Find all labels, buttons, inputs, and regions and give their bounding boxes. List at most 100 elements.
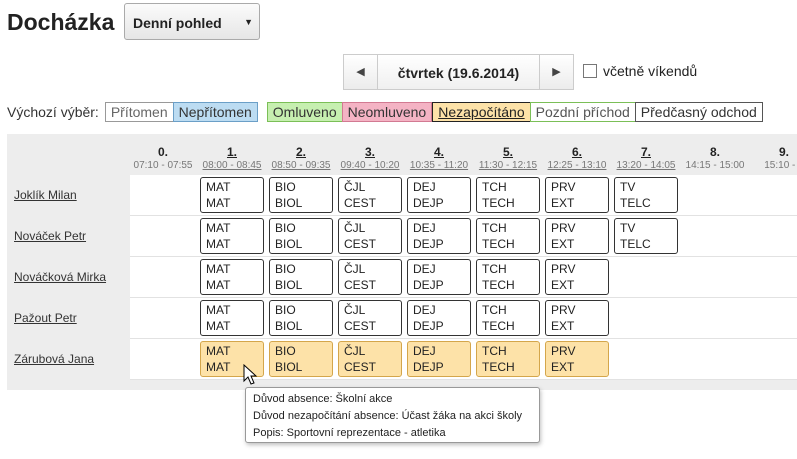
lesson-cell[interactable]: PRV EXT (545, 341, 609, 377)
period-header[interactable]: 4. 10:35 - 11:20 (406, 146, 472, 172)
legend-filter: Výchozí výběr: Přítomen Nepřítomen Omluven… (7, 102, 763, 122)
period-header[interactable]: 3. 09:40 - 10:20 (337, 146, 403, 172)
view-select[interactable]: Denní pohled ▼ (124, 3, 260, 40)
lesson-group: BIOL (275, 278, 303, 292)
period-number: 7. (640, 145, 651, 159)
tooltip-description: Popis: Sportovní reprezentace - atletika (253, 427, 446, 439)
legend-item-omluveno[interactable]: Omluveno (266, 102, 343, 122)
student-name-link[interactable]: Pažout Petr (14, 311, 77, 325)
lesson-cell[interactable]: PRV EXT (545, 177, 609, 213)
lesson-cell[interactable]: ČJL CEST (338, 218, 402, 254)
lesson-group: TECH (482, 278, 515, 292)
period-time: 10:35 - 11:20 (409, 160, 469, 171)
lesson-cell[interactable]: DEJ DEJP (407, 300, 471, 336)
period-header[interactable]: 6. 12:25 - 13:10 (544, 146, 610, 172)
period-header[interactable]: 7. 13:20 - 14:05 (613, 146, 679, 172)
lesson-group: TECH (482, 319, 515, 333)
student-name-cell: Zárubová Jana (7, 339, 130, 380)
period-header[interactable]: 1. 08:00 - 08:45 (199, 146, 265, 172)
lesson-cell[interactable]: BIO BIOL (269, 177, 333, 213)
legend-item-neomluveno[interactable]: Neomluveno (341, 102, 433, 122)
lesson-cell[interactable]: TCH TECH (476, 259, 540, 295)
period-header[interactable]: 5. 11:30 - 12:15 (475, 146, 541, 172)
page-title: Docházka (7, 9, 115, 35)
lesson-cell[interactable]: ČJL CEST (338, 177, 402, 213)
lesson-cell[interactable]: DEJ DEJP (407, 218, 471, 254)
lesson-cell[interactable]: TCH TECH (476, 177, 540, 213)
lesson-subject: ČJL (344, 262, 366, 276)
arrow-left-icon: ◀ (356, 66, 365, 78)
lesson-cell[interactable]: DEJ DEJP (407, 177, 471, 213)
date-navigator: ◀ čtvrtek (19.6.2014) ▶ (343, 54, 574, 90)
weekend-checkbox[interactable] (583, 64, 597, 78)
lesson-cell[interactable]: TV TELC (614, 218, 678, 254)
legend-item-pozdní-příchod[interactable]: Pozdní příchod (529, 102, 636, 122)
absence-tooltip: Důvod absence: Školní akce Důvod nezapoč… (245, 387, 540, 443)
period-time: 09:40 - 10:20 (340, 160, 400, 171)
period-number: 2. (295, 145, 306, 159)
legend-label: Výchozí výběr: (7, 104, 99, 120)
lesson-subject: PRV (551, 221, 576, 235)
student-name-cell: Nováčková Mirka (7, 257, 130, 298)
legend-item-přítomen[interactable]: Přítomen (104, 102, 174, 122)
lesson-group: CEST (344, 319, 377, 333)
student-name-link[interactable]: Joklík Milan (14, 188, 77, 202)
lesson-cell[interactable]: PRV EXT (545, 218, 609, 254)
legend-item-nezapočítáno[interactable]: Nezapočítáno (432, 102, 531, 122)
lesson-group: CEST (344, 237, 377, 251)
weekend-toggle[interactable]: včetně víkendů (583, 63, 697, 79)
next-day-button[interactable]: ▶ (539, 54, 574, 90)
lesson-subject: PRV (551, 303, 576, 317)
student-name-link[interactable]: Nováčková Mirka (14, 270, 106, 284)
lesson-cell[interactable]: MAT MAT (200, 177, 264, 213)
lesson-group: TELC (620, 237, 651, 251)
period-time: 13:20 - 14:05 (616, 160, 676, 171)
lesson-cell[interactable]: PRV EXT (545, 300, 609, 336)
lesson-group: DEJP (413, 360, 444, 374)
lesson-cells: MAT MAT BIO BIOL ČJL CEST DEJ DEJP TCH TECH PRV EXT (130, 298, 797, 339)
lesson-subject: DEJ (413, 180, 436, 194)
lesson-subject: MAT (206, 180, 231, 194)
view-select-value: Denní pohled (133, 15, 222, 31)
lesson-cell[interactable]: TV TELC (614, 177, 678, 213)
lesson-cell[interactable]: DEJ DEJP (407, 259, 471, 295)
lesson-group: BIOL (275, 319, 303, 333)
lesson-cell[interactable]: BIO BIOL (269, 300, 333, 336)
lesson-group: TELC (620, 196, 651, 210)
mouse-cursor-icon (243, 364, 258, 385)
lesson-cell[interactable]: ČJL CEST (338, 259, 402, 295)
legend-item-nepřítomen[interactable]: Nepřítomen (172, 102, 258, 122)
lesson-subject: DEJ (413, 262, 436, 276)
lesson-subject: ČJL (344, 180, 366, 194)
lesson-subject: DEJ (413, 344, 436, 358)
lesson-group: TECH (482, 360, 515, 374)
lesson-cell[interactable]: MAT MAT (200, 218, 264, 254)
lesson-cells: MAT MAT BIO BIOL ČJL CEST DEJ DEJP TCH TECH PRV EXT… (130, 175, 797, 216)
lesson-cell[interactable]: PRV EXT (545, 259, 609, 295)
lesson-cell[interactable]: BIO BIOL (269, 341, 333, 377)
lesson-group: CEST (344, 196, 377, 210)
lesson-cell[interactable]: TCH TECH (476, 218, 540, 254)
student-name-link[interactable]: Zárubová Jana (14, 352, 94, 366)
lesson-cell[interactable]: MAT MAT (200, 259, 264, 295)
lesson-group: EXT (551, 360, 575, 374)
lesson-cell[interactable]: TCH TECH (476, 300, 540, 336)
lesson-cell[interactable]: BIO BIOL (269, 218, 333, 254)
lesson-cell[interactable]: ČJL CEST (338, 300, 402, 336)
previous-day-button[interactable]: ◀ (343, 54, 378, 90)
period-number: 6. (571, 145, 582, 159)
period-number: 3. (364, 145, 375, 159)
lesson-cell[interactable]: BIO BIOL (269, 259, 333, 295)
lesson-cell[interactable]: MAT MAT (200, 300, 264, 336)
period-header[interactable]: 2. 08:50 - 09:35 (268, 146, 334, 172)
lesson-group: DEJP (413, 196, 444, 210)
lesson-cell[interactable]: ČJL CEST (338, 341, 402, 377)
legend-item-předčasný-odchod[interactable]: Předčasný odchod (634, 102, 763, 122)
student-name-link[interactable]: Nováček Petr (14, 229, 86, 243)
lesson-cell[interactable]: DEJ DEJP (407, 341, 471, 377)
lesson-cell[interactable]: TCH TECH (476, 341, 540, 377)
lesson-cells: MAT MAT BIO BIOL ČJL CEST DEJ DEJP TCH TECH PRV EXT (130, 339, 797, 380)
lesson-subject: BIO (275, 344, 296, 358)
lesson-subject: DEJ (413, 221, 436, 235)
lesson-subject: TCH (482, 221, 507, 235)
